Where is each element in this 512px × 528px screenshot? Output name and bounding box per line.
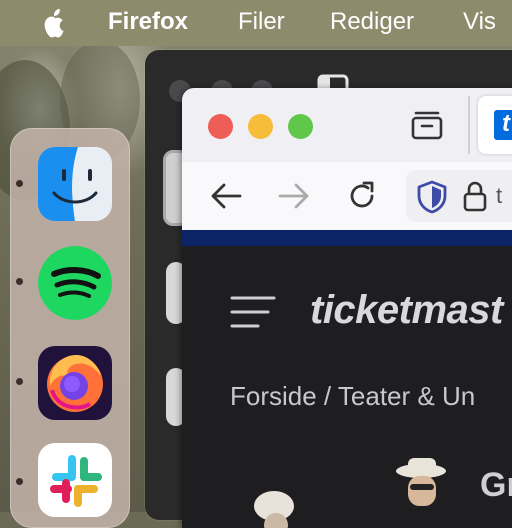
hero-image: [242, 483, 312, 528]
lock-icon[interactable]: [462, 180, 488, 212]
title-bar: t: [182, 88, 512, 162]
back-icon[interactable]: [210, 182, 242, 210]
tab-overview-icon[interactable]: [410, 108, 444, 142]
firefox-icon[interactable]: [38, 346, 112, 420]
page-heading: Gr: [480, 466, 512, 504]
tab-separator: [468, 96, 470, 154]
forward-icon[interactable]: [278, 182, 310, 210]
spotify-icon[interactable]: [38, 246, 112, 320]
hero-image: [392, 458, 452, 528]
slack-icon[interactable]: [38, 443, 112, 517]
tab-favicon: t: [494, 110, 512, 140]
finder-icon[interactable]: [38, 147, 112, 221]
menu-bar: Firefox Filer Rediger Vis: [0, 0, 512, 46]
site-logo[interactable]: ticketmast: [310, 288, 503, 333]
dock-running-indicator: [16, 378, 23, 385]
apple-icon[interactable]: [40, 7, 70, 39]
window-minimize-button[interactable]: [248, 114, 273, 139]
menu-filer[interactable]: Filer: [238, 8, 285, 36]
window-close-button[interactable]: [208, 114, 233, 139]
reload-icon[interactable]: [346, 180, 378, 212]
dock-running-indicator: [16, 278, 23, 285]
firefox-window[interactable]: t t ticketmast Forside / Teater & Un G: [182, 88, 512, 528]
url-bar[interactable]: t: [406, 170, 512, 222]
active-tab[interactable]: t: [478, 96, 512, 154]
navigation-toolbar: t: [182, 162, 512, 230]
menu-app-name[interactable]: Firefox: [108, 8, 188, 36]
url-text[interactable]: t: [496, 183, 502, 209]
window-zoom-button[interactable]: [288, 114, 313, 139]
breadcrumb[interactable]: Forside / Teater & Un: [230, 381, 475, 412]
menu-vis[interactable]: Vis: [463, 8, 496, 36]
site-top-stripe: [182, 230, 512, 246]
dock-running-indicator: [16, 478, 23, 485]
hamburger-menu-icon[interactable]: [230, 294, 276, 330]
shield-icon[interactable]: [416, 180, 448, 214]
menu-rediger[interactable]: Rediger: [330, 8, 414, 36]
dock-running-indicator: [16, 180, 23, 187]
